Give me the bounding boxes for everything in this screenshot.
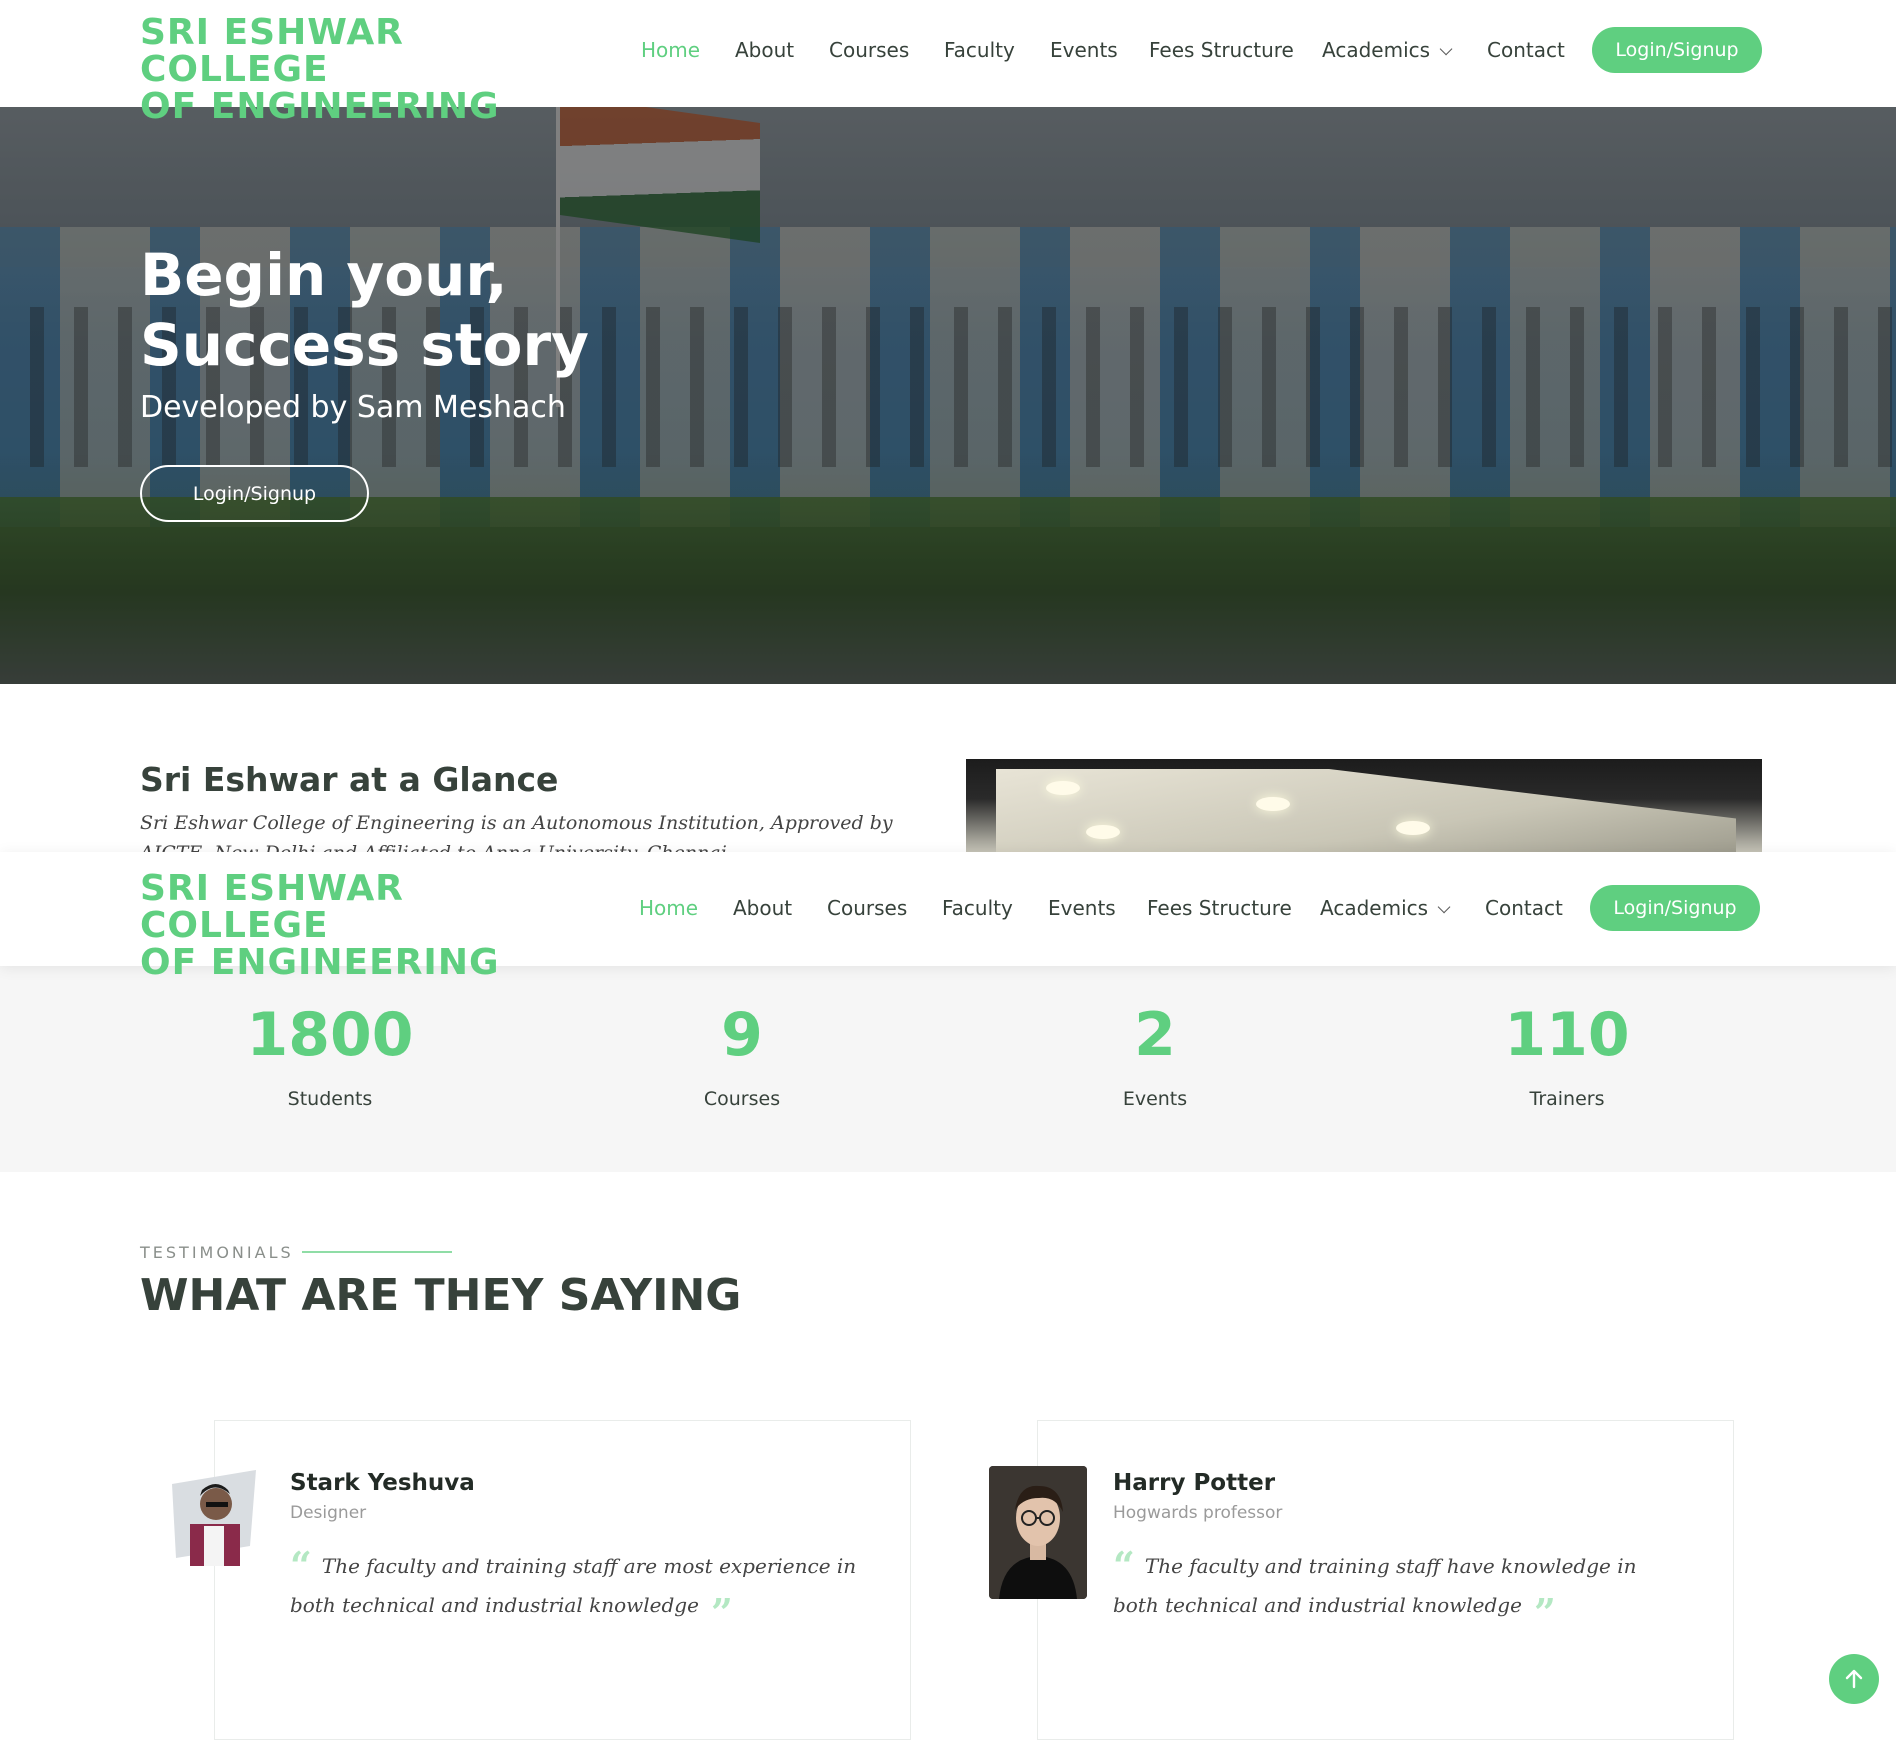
chevron-down-icon <box>1439 42 1453 56</box>
nav-faculty[interactable]: Faculty <box>944 38 1015 62</box>
main-nav: Home About Courses Faculty Events Fees S… <box>0 0 1896 107</box>
quote-open-icon: “ <box>1113 1543 1135 1588</box>
stat-value: 2 <box>1134 1000 1176 1070</box>
nav-home[interactable]: Home <box>641 38 700 62</box>
quote-text: The faculty and training staff are most … <box>290 1554 857 1617</box>
section-eyebrow: TESTIMONIALS <box>140 1243 294 1262</box>
stat-value: 9 <box>721 1000 763 1070</box>
stat-label: Students <box>287 1088 373 1110</box>
login-signup-button[interactable]: Login/Signup <box>1590 885 1760 931</box>
nav-academics-label: Academics <box>1322 38 1431 62</box>
ceiling-light <box>1396 821 1430 835</box>
stat-courses: 9 Courses <box>592 1000 892 1110</box>
nav-fees-structure[interactable]: Fees Structure <box>1147 896 1292 920</box>
testimonial-name: Stark Yeshuva <box>290 1470 475 1496</box>
testimonial-name: Harry Potter <box>1113 1470 1276 1496</box>
testimonial-quote: “The faculty and training staff have kno… <box>1113 1546 1673 1632</box>
section-heading: WHAT ARE THEY SAYING <box>140 1270 742 1321</box>
nav-fees-structure[interactable]: Fees Structure <box>1149 38 1294 62</box>
quote-text: The faculty and training staff have know… <box>1113 1554 1637 1617</box>
stat-events: 2 Events <box>1005 1000 1305 1110</box>
testimonial-quote: “The faculty and training staff are most… <box>290 1546 860 1632</box>
chevron-down-icon <box>1437 900 1451 914</box>
stat-label: Trainers <box>1529 1088 1605 1110</box>
hero-subtitle: Developed by Sam Meshach <box>140 390 566 425</box>
testimonial-role: Designer <box>290 1503 367 1523</box>
stat-trainers: 110 Trainers <box>1417 1000 1717 1110</box>
nav-faculty[interactable]: Faculty <box>942 896 1013 920</box>
stat-label: Courses <box>703 1088 781 1110</box>
stat-label: Events <box>1122 1088 1188 1110</box>
ceiling-light <box>1086 825 1120 839</box>
stat-value: 110 <box>1504 1000 1630 1070</box>
avatar <box>164 1466 264 1566</box>
hero-login-signup-button[interactable]: Login/Signup <box>140 465 369 522</box>
sticky-header: SRI ESHWAR COLLEGE OF ENGINEERING Home A… <box>0 852 1896 981</box>
nav-academics[interactable]: Academics <box>1322 38 1453 62</box>
about-text: Sri Eshwar College of Engineering is an … <box>140 812 893 852</box>
nav-home[interactable]: Home <box>639 896 698 920</box>
nav-courses[interactable]: Courses <box>829 38 909 62</box>
testimonial-role: Hogwards professor <box>1113 1503 1283 1523</box>
hall-ceiling <box>996 769 1736 858</box>
stat-students: 1800 Students <box>180 1000 480 1110</box>
stat-value: 1800 <box>246 1000 414 1070</box>
nav-events[interactable]: Events <box>1050 38 1118 62</box>
about-image <box>966 759 1762 858</box>
nav-academics[interactable]: Academics <box>1320 896 1451 920</box>
nav-events[interactable]: Events <box>1048 896 1116 920</box>
login-signup-button[interactable]: Login/Signup <box>1592 27 1762 73</box>
about-title: Sri Eshwar at a Glance <box>140 760 559 799</box>
quote-open-icon: “ <box>290 1543 312 1588</box>
nav-contact[interactable]: Contact <box>1485 896 1563 920</box>
back-to-top-button[interactable] <box>1829 1654 1879 1704</box>
avatar <box>989 1466 1087 1599</box>
nav-about[interactable]: About <box>735 38 794 62</box>
nav-contact[interactable]: Contact <box>1487 38 1565 62</box>
hero-section: Begin your, Success story Developed by S… <box>0 107 1896 684</box>
site-header: SRI ESHWAR COLLEGE OF ENGINEERING Home A… <box>0 0 1896 125</box>
arrow-up-icon <box>1845 1669 1863 1689</box>
quote-close-icon: ” <box>710 1590 733 1635</box>
avatar-stark-icon <box>172 1470 256 1566</box>
eyebrow-divider <box>302 1251 452 1253</box>
sticky-nav: Home About Courses Faculty Events Fees S… <box>0 852 1896 966</box>
hero-title-line-2: Success story <box>140 311 589 379</box>
nav-courses[interactable]: Courses <box>827 896 907 920</box>
ceiling-light <box>1046 781 1080 795</box>
quote-close-icon: ” <box>1533 1590 1556 1635</box>
stats-section: 1800 Students 9 Courses 2 Events 110 Tra… <box>0 966 1896 1172</box>
hero-title: Begin your, Success story <box>140 240 589 380</box>
hero-title-line-1: Begin your, <box>140 241 508 309</box>
avatar-harry-icon <box>989 1466 1087 1599</box>
nav-about[interactable]: About <box>733 896 792 920</box>
ceiling-light <box>1256 797 1290 811</box>
nav-academics-label: Academics <box>1320 896 1429 920</box>
